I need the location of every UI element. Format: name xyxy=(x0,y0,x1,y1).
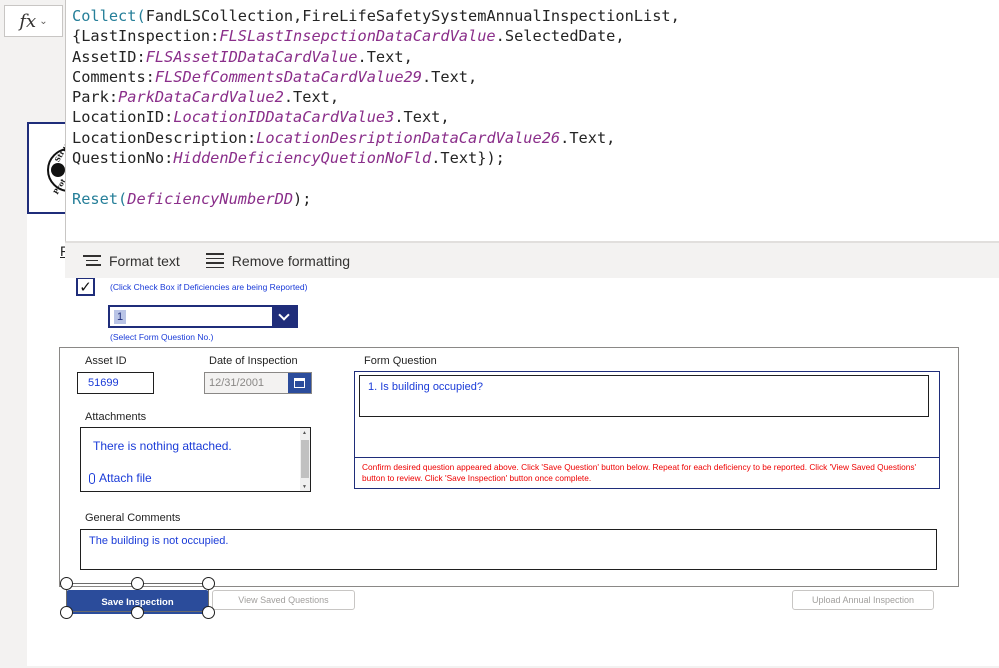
formula-line: LocationID:LocationIDDataCardValue3.Text… xyxy=(72,107,999,127)
formula-control-token: FLSLastInsepctionDataCardValue xyxy=(219,27,496,46)
date-of-inspection-label: Date of Inspection xyxy=(209,355,298,367)
resize-handle-top-right[interactable] xyxy=(202,577,215,590)
formula-format-bar: Format text Remove formatting xyxy=(65,242,999,278)
general-comments-label: General Comments xyxy=(85,512,181,524)
question-divider xyxy=(355,457,939,458)
formula-line: Park:ParkDataCardValue2.Text, xyxy=(72,87,999,107)
form-question-field[interactable]: 1. Is building occupied? xyxy=(359,375,929,417)
formula-text-token: LocationID: xyxy=(72,108,174,127)
resize-handle-top-left[interactable] xyxy=(60,577,73,590)
scroll-down-icon[interactable]: ▼ xyxy=(302,484,307,490)
formula-line: Collect(FandLSCollection,FireLifeSafetyS… xyxy=(72,6,999,26)
formula-line: AssetID:FLSAssetIDDataCardValue.Text, xyxy=(72,47,999,67)
formula-line: {LastInspection:FLSLastInsepctionDataCar… xyxy=(72,26,999,46)
formula-text-token: .Text, xyxy=(283,88,340,107)
fx-button[interactable]: fx ⌄ xyxy=(4,5,63,37)
remove-formatting-button[interactable]: Remove formatting xyxy=(205,252,351,269)
agency-logo: Structu Prot xyxy=(27,122,67,214)
view-saved-questions-button[interactable]: View Saved Questions xyxy=(212,590,355,610)
formula-function-token: Reset( xyxy=(72,189,128,208)
dropdown-label: (Select Form Question No.) xyxy=(110,332,214,342)
scroll-up-icon[interactable]: ▲ xyxy=(302,430,307,436)
formula-line: Reset(DeficiencyNumberDD); xyxy=(72,189,999,209)
resize-handle-top[interactable] xyxy=(131,577,144,590)
remove-formatting-label: Remove formatting xyxy=(231,252,351,269)
chevron-down-icon[interactable] xyxy=(272,307,296,326)
checkmark-icon: ✓ xyxy=(79,277,92,296)
format-text-icon xyxy=(83,255,101,266)
formula-text-token: AssetID: xyxy=(72,47,146,66)
confirm-instructions: Confirm desired question appeared above.… xyxy=(362,462,917,483)
resize-handle-bottom[interactable] xyxy=(131,606,144,619)
formula-control-token: LocationDesriptionDataCardValue26 xyxy=(256,128,561,147)
formula-editor[interactable]: Collect(FandLSCollection,FireLifeSafetyS… xyxy=(65,0,999,242)
formula-line xyxy=(72,168,999,188)
formula-text-token: LocationDescription: xyxy=(72,128,257,147)
formula-line: QuestionNo:HiddenDeficiencyQuetionNoFld.… xyxy=(72,148,999,168)
dropdown-selected-value: 1 xyxy=(114,310,127,324)
deficiency-checkbox-label: (Click Check Box if Deficiencies are bei… xyxy=(110,282,308,292)
deficiency-checkbox[interactable]: ✓ xyxy=(76,277,95,296)
formula-text-token: .Text, xyxy=(394,108,450,127)
formula-text-token: FandLSCollection,FireLifeSafetySystemAnn… xyxy=(145,7,680,25)
formula-control-token: DeficiencyNumberDD xyxy=(127,189,294,208)
formula-text-token: .SelectedDate, xyxy=(495,27,625,46)
formula-text-token: ); xyxy=(293,189,312,208)
form-question-label: Form Question xyxy=(364,355,437,367)
formula-function-token: Collect( xyxy=(72,7,146,25)
formula-line: Comments:FLSDefCommentsDataCardValue29.T… xyxy=(72,67,999,87)
paperclip-icon xyxy=(89,472,95,484)
format-text-button[interactable]: Format text xyxy=(83,253,180,269)
formula-control-token: LocationIDDataCardValue3 xyxy=(173,108,395,127)
calendar-icon[interactable] xyxy=(288,373,311,393)
chevron-down-icon: ⌄ xyxy=(39,15,48,27)
general-comments-field[interactable]: The building is not occupied. xyxy=(80,529,937,570)
asset-id-field[interactable]: 51699 xyxy=(77,372,154,394)
formula-control-token: ParkDataCardValue2 xyxy=(118,88,284,107)
resize-handle-bottom-right[interactable] xyxy=(202,606,215,619)
upload-annual-inspection-button[interactable]: Upload Annual Inspection xyxy=(792,590,934,610)
attach-file-link[interactable]: Attach file xyxy=(89,471,152,485)
attachments-label: Attachments xyxy=(85,411,147,423)
formula-control-token: HiddenDeficiencyQuetionNoFld xyxy=(173,149,432,168)
scrollbar-thumb[interactable] xyxy=(301,440,309,478)
formula-control-token: FLSAssetIDDataCardValue xyxy=(145,47,358,66)
deficiency-number-dropdown[interactable]: 1 xyxy=(108,305,298,328)
formula-text-token: Park: xyxy=(72,88,119,107)
formula-text-token: .Text, xyxy=(421,67,478,86)
attachments-empty-text: There is nothing attached. xyxy=(93,439,232,453)
format-text-label: Format text xyxy=(109,252,180,269)
formula-control-token: FLSDefCommentsDataCardValue29 xyxy=(154,67,422,86)
resize-handle-bottom-left[interactable] xyxy=(60,606,73,619)
formula-text-token: Comments: xyxy=(72,67,155,86)
attachments-control: There is nothing attached. Attach file ▲… xyxy=(80,427,311,492)
attachments-scrollbar[interactable]: ▲ ▼ xyxy=(300,428,310,491)
asset-id-label: Asset ID xyxy=(85,355,127,367)
formula-text-token: .Text, xyxy=(560,128,616,147)
remove-formatting-icon xyxy=(205,253,224,268)
formula-text-token: QuestionNo: xyxy=(72,149,174,168)
formula-text-token: .Text}); xyxy=(431,149,505,168)
formula-text-token: .Text, xyxy=(357,47,413,66)
formula-text-token: {LastInspection: xyxy=(72,27,220,46)
formula-line: LocationDescription:LocationDesriptionDa… xyxy=(72,128,999,148)
attach-file-label: Attach file xyxy=(99,471,152,485)
fx-label: fx xyxy=(19,10,37,32)
